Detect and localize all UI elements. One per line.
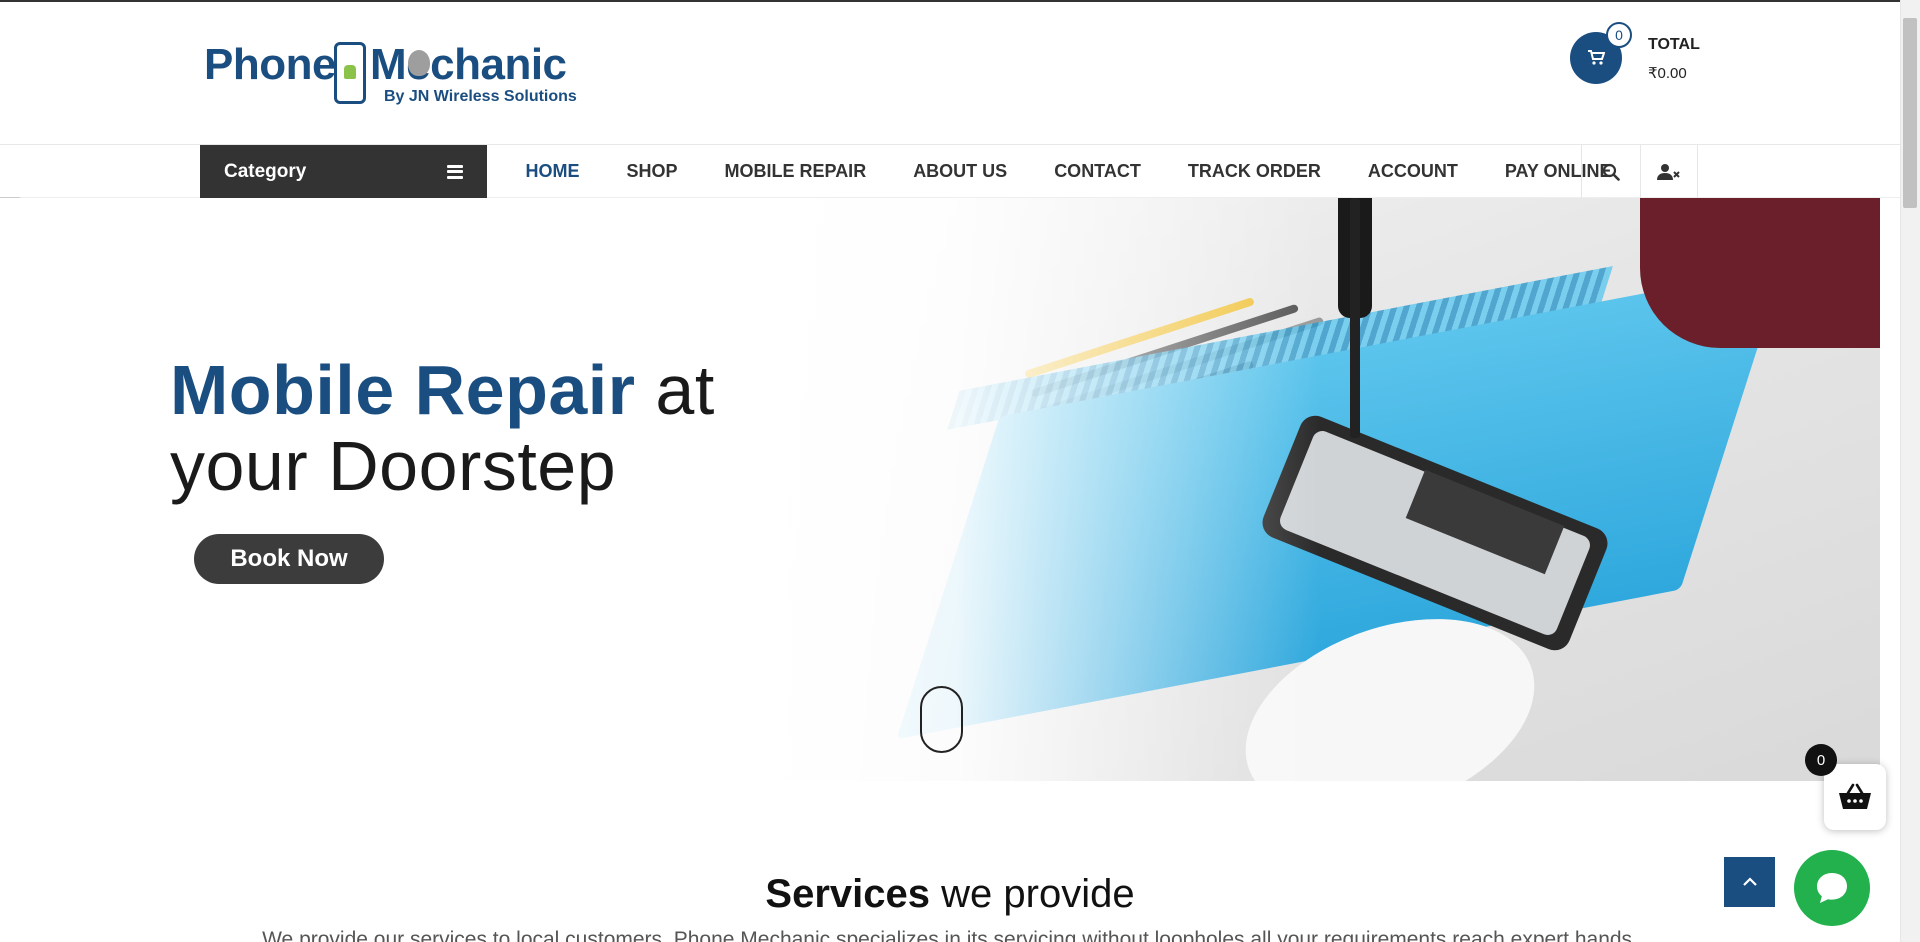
category-label: Category — [224, 160, 307, 182]
search-button[interactable] — [1581, 145, 1639, 198]
apple-logo-icon — [408, 50, 430, 76]
hamburger-menu-icon — [447, 164, 463, 179]
floating-cart-button[interactable] — [1824, 764, 1886, 830]
page-scrollbar[interactable] — [1900, 0, 1920, 942]
nav-link-track-order[interactable]: TRACK ORDER — [1164, 161, 1344, 182]
cart-total-value: ₹0.00 — [1648, 65, 1687, 82]
user-times-icon — [1657, 163, 1680, 180]
cloth-image — [1640, 198, 1880, 348]
nav-link-account[interactable]: ACCOUNT — [1344, 161, 1481, 182]
hero-title-rest-2: your Doorstep — [170, 427, 617, 505]
logo-tagline-company: JN Wireless Solutions — [408, 88, 577, 105]
scrollbar-thumb[interactable] — [1903, 18, 1917, 208]
chevron-up-icon — [1742, 877, 1757, 886]
navbar-divider — [0, 197, 20, 198]
nav-link-shop[interactable]: SHOP — [603, 161, 701, 182]
basket-icon — [1839, 783, 1871, 809]
screwdriver-image — [1350, 198, 1360, 438]
user-account-button[interactable] — [1640, 145, 1698, 198]
shopping-cart-icon — [1588, 50, 1605, 65]
logo-tagline-by: By — [384, 88, 405, 105]
nav-link-contact[interactable]: CONTACT — [1031, 161, 1165, 182]
main-navbar: Category HOME SHOP MOBILE REPAIR ABOUT U… — [0, 145, 1900, 198]
logo-tagline: By JN Wireless Solutions — [384, 88, 577, 106]
services-intro-text: We provide our services to local custome… — [262, 928, 1638, 942]
hero-fade-overlay — [760, 198, 1320, 781]
site-header: Phone Mechanic By JN Wireless Solutions … — [0, 2, 1900, 145]
hero-title-rest-1: at — [635, 351, 715, 429]
chat-button[interactable] — [1794, 850, 1870, 926]
book-now-button[interactable]: Book Now — [194, 534, 384, 584]
services-heading: Services we provide — [0, 872, 1900, 917]
chat-bubble-icon — [1817, 873, 1847, 903]
category-menu-button[interactable]: Category — [200, 145, 487, 198]
nav-links: HOME SHOP MOBILE REPAIR ABOUT US CONTACT… — [502, 145, 1635, 198]
cart-total-label: TOTAL — [1648, 36, 1700, 53]
cart-count-badge: 0 — [1606, 22, 1632, 48]
logo-word-mechanic: Mechanic — [370, 40, 567, 89]
site-logo[interactable]: Phone Mechanic By JN Wireless Solutions — [204, 38, 577, 110]
services-heading-strong: Services — [765, 872, 931, 916]
nav-link-mobile-repair[interactable]: MOBILE REPAIR — [701, 161, 890, 182]
floating-cart-count-badge: 0 — [1805, 744, 1837, 776]
nav-link-home[interactable]: HOME — [502, 161, 603, 182]
android-phone-icon — [334, 42, 366, 104]
services-heading-rest: we provide — [930, 872, 1135, 916]
back-to-top-button[interactable] — [1724, 857, 1775, 907]
mouse-scroll-icon[interactable] — [920, 686, 963, 753]
hero-title-highlight: Mobile Repair — [170, 351, 636, 429]
logo-word-phone: Phone — [204, 40, 336, 89]
search-icon — [1602, 163, 1620, 181]
nav-link-about-us[interactable]: ABOUT US — [890, 161, 1031, 182]
hero-title: Mobile Repair at your Doorstep — [170, 352, 715, 504]
